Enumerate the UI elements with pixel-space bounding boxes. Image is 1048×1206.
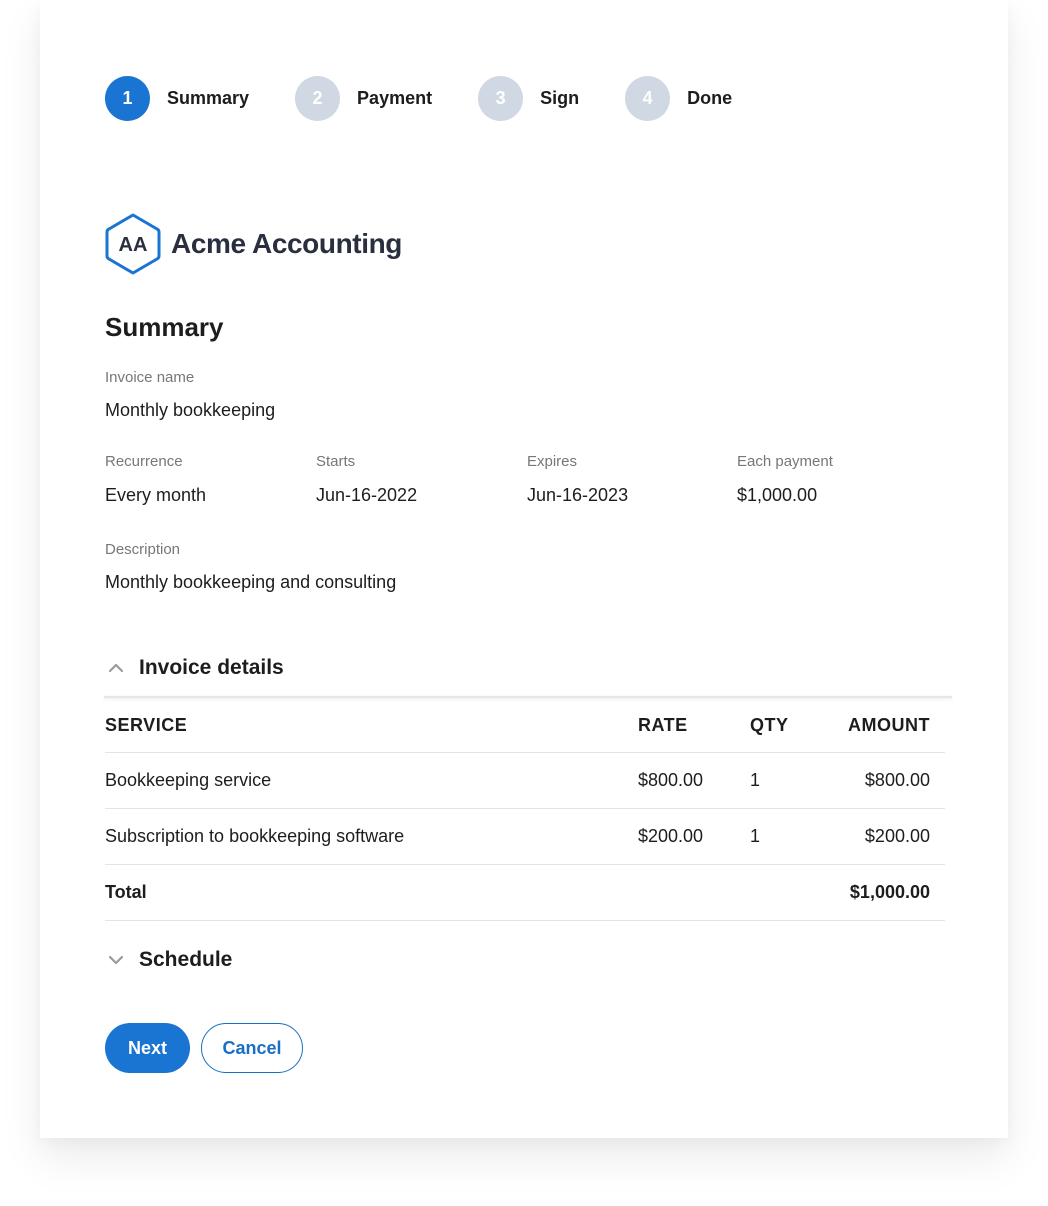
total-label: Total <box>105 864 638 921</box>
service-cell: Subscription to bookkeeping software <box>105 808 638 865</box>
page-title: Summary <box>105 312 224 342</box>
invoice-name-label: Invoice name <box>105 369 195 386</box>
table-header-row: SERVICE RATE QTY AMOUNT <box>105 698 945 753</box>
cancel-button[interactable]: Cancel <box>201 1023 303 1073</box>
chevron-down-icon <box>105 949 127 971</box>
step-label: Done <box>687 88 733 108</box>
hexagon-logo-icon: AA <box>105 213 161 275</box>
amount-cell: $800.00 <box>810 752 945 809</box>
expires-value: Jun-16-2023 <box>527 485 629 505</box>
step-label: Summary <box>167 88 250 108</box>
invoice-details-toggle[interactable]: Invoice details <box>105 656 284 680</box>
column-header-service: SERVICE <box>105 698 638 753</box>
expires-label: Expires <box>527 453 578 470</box>
column-header-qty: QTY <box>750 698 810 753</box>
description-label: Description <box>105 541 181 558</box>
progress-stepper: 1 Summary 2 Payment 3 Sign 4 Done <box>105 76 778 121</box>
rate-cell: $200.00 <box>638 808 750 865</box>
logo-initials: AA <box>119 234 148 256</box>
recurrence-value: Every month <box>105 485 207 505</box>
column-header-rate: RATE <box>638 698 750 753</box>
step-sign[interactable]: 3 Sign <box>478 76 579 121</box>
rate-cell: $800.00 <box>638 752 750 809</box>
total-row: Total $1,000.00 <box>105 864 945 921</box>
schedule-toggle[interactable]: Schedule <box>105 948 232 972</box>
step-payment[interactable]: 2 Payment <box>295 76 432 121</box>
recurrence-label: Recurrence <box>105 453 183 470</box>
brand-logo: AA Acme Accounting <box>104 212 402 276</box>
starts-value: Jun-16-2022 <box>316 485 418 505</box>
brand-name: Acme Accounting <box>171 228 402 259</box>
invoice-details-title: Invoice details <box>139 656 284 679</box>
step-number-badge: 2 <box>295 76 341 121</box>
next-button[interactable]: Next <box>105 1023 190 1073</box>
step-number-badge: 1 <box>105 76 150 121</box>
invoice-name-value: Monthly bookkeeping <box>105 400 276 420</box>
starts-label: Starts <box>316 453 356 470</box>
description-value: Monthly bookkeeping and consulting <box>105 572 397 592</box>
invoice-card: 1 Summary 2 Payment 3 Sign 4 Done AA Acm… <box>40 0 1008 1138</box>
step-number-badge: 3 <box>478 76 524 121</box>
qty-cell: 1 <box>750 808 810 865</box>
table-row: Bookkeeping service $800.00 1 $800.00 <box>105 752 945 809</box>
total-amount: $1,000.00 <box>810 864 945 921</box>
step-summary[interactable]: 1 Summary <box>105 76 249 121</box>
schedule-title: Schedule <box>139 948 233 971</box>
invoice-details-table: SERVICE RATE QTY AMOUNT Bookkeeping serv… <box>105 698 945 921</box>
each-payment-label: Each payment <box>737 453 833 470</box>
table-row: Subscription to bookkeeping software $20… <box>105 808 945 865</box>
empty-cell <box>638 864 750 921</box>
amount-cell: $200.00 <box>810 808 945 865</box>
step-label: Sign <box>540 88 580 108</box>
column-header-amount: AMOUNT <box>810 698 945 753</box>
service-cell: Bookkeeping service <box>105 752 638 809</box>
step-label: Payment <box>357 88 433 108</box>
step-number-badge: 4 <box>625 76 671 121</box>
empty-cell <box>750 864 810 921</box>
each-payment-value: $1,000.00 <box>737 485 818 505</box>
step-done[interactable]: 4 Done <box>625 76 732 121</box>
chevron-up-icon <box>105 657 127 679</box>
qty-cell: 1 <box>750 752 810 809</box>
